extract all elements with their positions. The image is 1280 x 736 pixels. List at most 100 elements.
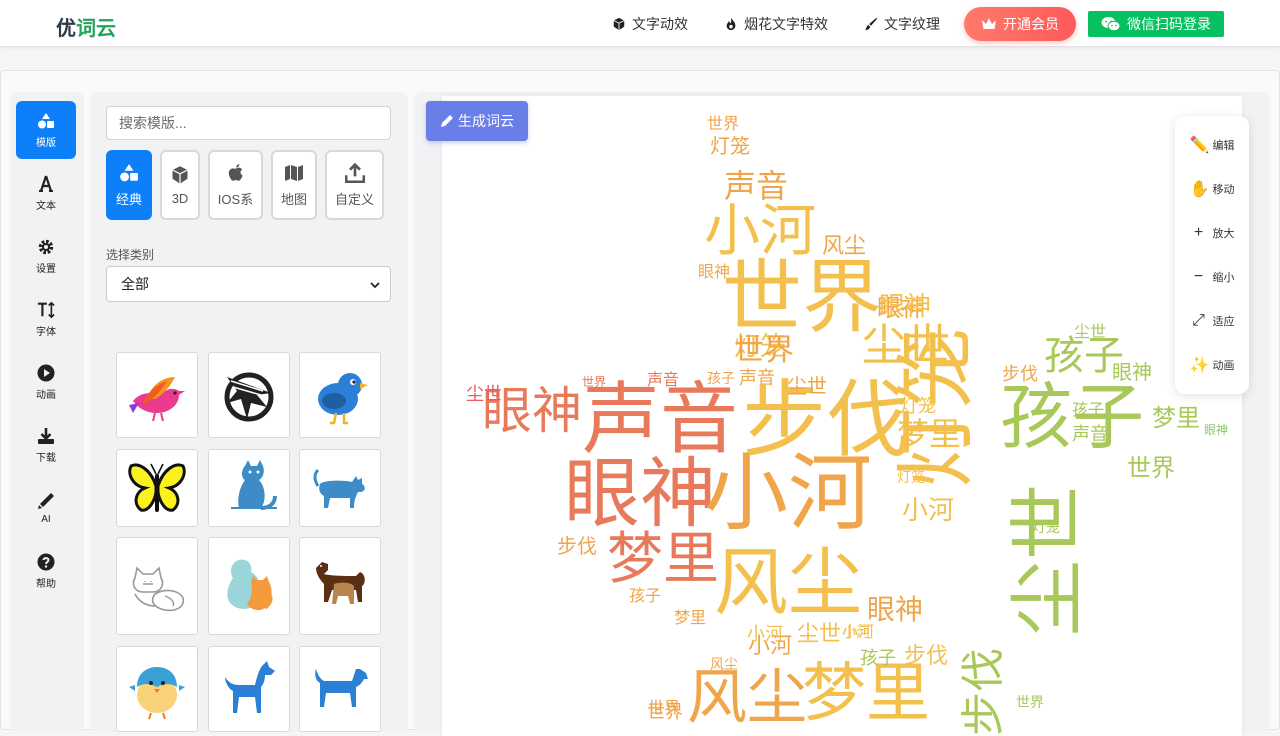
sidebar-item-animation[interactable]: 动画 [16, 353, 76, 411]
wordcloud-word: 尘世 [797, 622, 842, 647]
tool-move[interactable]: ✋ 移动 [1175, 169, 1249, 209]
wechat-login-label: 微信扫码登录 [1127, 16, 1211, 32]
category-select[interactable]: 全部 [106, 266, 391, 302]
template-thumbnail[interactable] [208, 646, 290, 732]
category-label: IOS系 [217, 191, 254, 207]
sidebar-item-help[interactable]: 帮助 [16, 542, 76, 600]
wordcloud-word: 声音 [724, 167, 789, 205]
tool-edit[interactable]: ✏️ 编辑 [1175, 125, 1249, 165]
canvas-tools-panel: ✏️ 编辑 ✋ 移动 + 放大 − 缩小 ⤢ 适应 ✨ 动画 [1175, 116, 1249, 394]
category-label: 地图 [280, 191, 307, 207]
wordcloud-word: 小河 [747, 624, 783, 645]
butterfly-icon [128, 463, 186, 512]
template-thumbnail[interactable] [116, 449, 198, 527]
sidebar-item-templates[interactable]: 模版 [16, 101, 76, 159]
template-thumbnail[interactable] [116, 537, 198, 635]
wordcloud-word: 孩子 [1072, 400, 1105, 419]
template-thumbnail[interactable] [116, 646, 198, 732]
wordcloud-word: 梦里 [674, 608, 707, 627]
shapes-icon [120, 163, 138, 181]
site-logo[interactable]: 优词云 [56, 12, 116, 41]
sidebar-item-font[interactable]: 字体 [16, 290, 76, 348]
tool-sidebar: 模版 文本 设置 字体 动画 下载 AI 帮助 [10, 92, 84, 732]
category-custom[interactable]: 自定义 [325, 150, 384, 220]
sidebar-item-download[interactable]: 下载 [16, 416, 76, 474]
wordcloud-word: 风尘 [822, 234, 867, 259]
nav-text-texture[interactable]: 文字纹理 [864, 14, 940, 34]
wordcloud-canvas[interactable]: 世界 灯笼 声音 小河 世界 灯笼 尘世 眼神 眼神 声音 步伐 孩子 孩子 梦… [442, 96, 1242, 736]
sidebar-item-label: 字体 [36, 326, 56, 338]
apple-icon [228, 163, 243, 181]
wordcloud-word: 步伐 [904, 644, 949, 669]
wordcloud-word: 声音 [647, 370, 680, 389]
wordcloud-word: 灯笼 [890, 328, 983, 488]
wordcloud-word: 眼神 [1204, 423, 1229, 437]
cats-outline-icon [132, 566, 185, 612]
wordcloud-word: 声音 [1072, 424, 1108, 445]
template-thumbnail[interactable] [208, 449, 290, 527]
pencil-icon [441, 115, 453, 127]
vip-membership-button[interactable]: 开通会员 [964, 7, 1076, 41]
generate-wordcloud-button[interactable]: 生成词云 [426, 101, 528, 141]
wordcloud-word: 步伐 [1002, 364, 1038, 385]
vip-label: 开通会员 [1003, 16, 1059, 32]
category-3d[interactable]: 3D [160, 150, 200, 220]
template-thumbnail[interactable] [299, 449, 381, 527]
template-search-input[interactable] [106, 106, 391, 140]
download-icon [38, 427, 54, 444]
wordcloud-word: 眼神 [698, 262, 731, 281]
chick-blue-icon [129, 667, 185, 720]
template-thumbnail[interactable] [299, 352, 381, 438]
fire-icon [726, 17, 736, 31]
wordcloud-word: 眼神 [879, 292, 932, 322]
wordcloud-word: 世界 [722, 251, 882, 344]
tool-zoom-in[interactable]: + 放大 [1175, 213, 1249, 253]
tool-fit[interactable]: ⤢ 适应 [1175, 301, 1249, 341]
wordcloud-word: 步伐 [557, 534, 597, 558]
sidebar-item-text[interactable]: 文本 [16, 164, 76, 222]
wordcloud-word: 世界 [648, 698, 681, 717]
logo-part-2: 词云 [76, 18, 116, 40]
cat-and-dog-icon [227, 559, 273, 611]
map-icon [285, 164, 303, 181]
nav-text-animation[interactable]: 文字动效 [612, 14, 688, 34]
top-header: 优词云 文字动效 烟花文字特效 文字纹理 开通会员 微信扫码登录 [0, 0, 1280, 47]
sidebar-item-ai[interactable]: AI [16, 479, 76, 537]
font-size-icon [37, 301, 55, 318]
category-classic[interactable]: 经典 [106, 150, 152, 220]
category-select-label: 选择类别 [106, 248, 155, 262]
wordcloud-word: 尘世 [1003, 484, 1092, 636]
wordcloud-word: 世界 [1127, 454, 1175, 482]
template-thumbnail[interactable] [299, 646, 381, 732]
cat-walking-icon [313, 468, 365, 508]
category-ios[interactable]: IOS系 [208, 150, 263, 220]
wordcloud-word: 灯笼 [710, 134, 750, 158]
wordcloud-word: 步伐 [958, 648, 1009, 736]
wordcloud-word: 风尘 [714, 540, 862, 626]
wordcloud-word: 声音 [739, 368, 775, 389]
generate-label: 生成词云 [458, 113, 514, 129]
shapes-icon [38, 112, 54, 128]
wordcloud-word: 眼神 [1112, 360, 1152, 384]
nav-firework-effects[interactable]: 烟花文字特效 [724, 14, 828, 34]
logo-part-1: 优 [56, 18, 76, 40]
wechat-icon [1101, 17, 1121, 32]
dogs-brown-icon [316, 562, 365, 604]
nav-label: 文字纹理 [884, 16, 940, 32]
template-thumbnail[interactable] [208, 537, 290, 635]
tool-label: 放大 [1212, 228, 1235, 240]
tool-label: 移动 [1212, 184, 1235, 196]
wordcloud-word: 眼神 [867, 593, 924, 626]
tool-animation[interactable]: ✨ 动画 [1175, 345, 1249, 385]
template-thumbnail[interactable] [116, 352, 198, 438]
category-map[interactable]: 地图 [271, 150, 317, 220]
tool-zoom-out[interactable]: − 缩小 [1175, 257, 1249, 297]
template-thumbnail[interactable] [299, 537, 381, 635]
wechat-login-button[interactable]: 微信扫码登录 [1088, 11, 1224, 37]
template-panel: 经典 3D IOS系 地图 自定义 选择类别 全部 [90, 92, 408, 732]
cube-icon [613, 17, 625, 31]
wordcloud-word: 尘世 [466, 384, 502, 405]
wordcloud-word: 梦里 [607, 527, 719, 592]
template-thumbnail[interactable] [208, 352, 290, 438]
sidebar-item-settings[interactable]: 设置 [16, 227, 76, 285]
